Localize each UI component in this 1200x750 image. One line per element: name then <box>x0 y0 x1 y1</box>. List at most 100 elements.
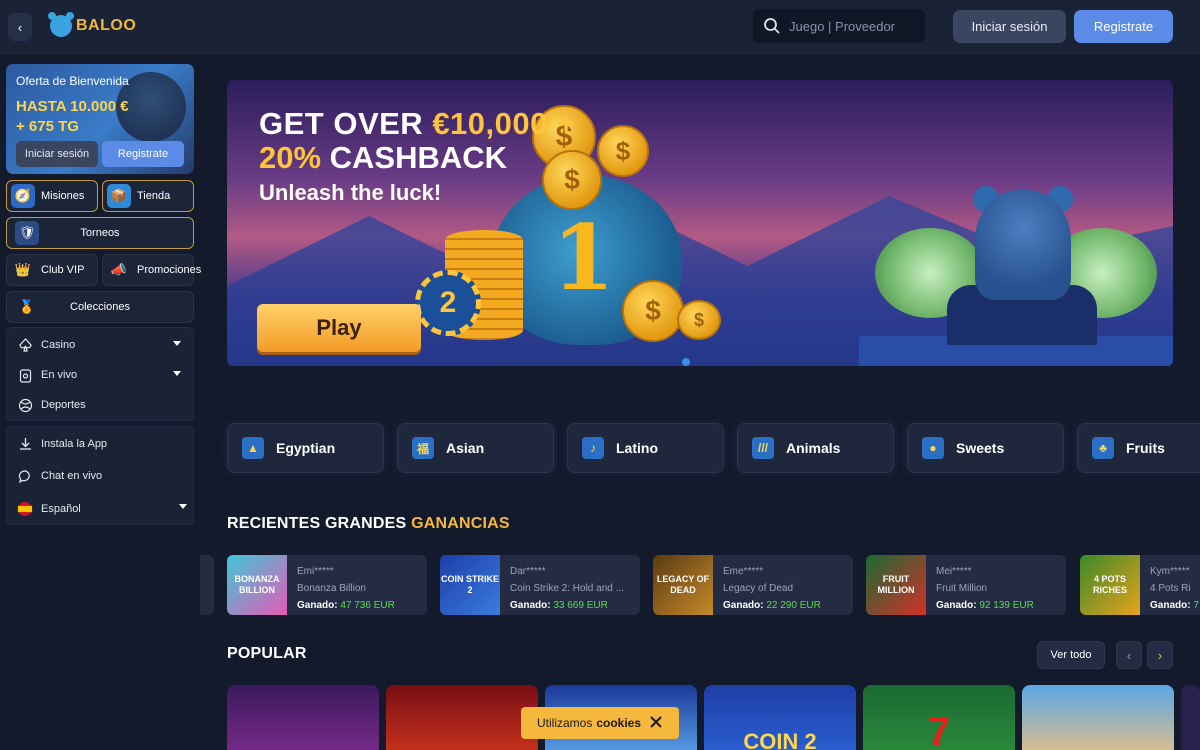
register-button[interactable]: Registrate <box>1074 10 1173 43</box>
game-tile[interactable] <box>386 685 538 750</box>
play-button[interactable]: Play <box>257 304 421 352</box>
see-all-button[interactable]: Ver todo <box>1037 641 1105 669</box>
win-card[interactable]: FRUIT MILLION Mei***** Fruit Million Gan… <box>866 555 1066 615</box>
brand-logo[interactable]: BALOO <box>48 12 136 38</box>
win-card[interactable]: 4 POTS RICHES Kym***** 4 Pots Ri Ganado:… <box>1080 555 1200 615</box>
welcome-offer-amount: HASTA 10.000 € + 675 TG <box>16 97 129 137</box>
welcome-offer-title: Oferta de Bienvenida <box>16 74 129 88</box>
recent-wins-title: RECIENTES GRANDES GANANCIAS <box>227 515 510 533</box>
banner-headline-2: 20% CASHBACK <box>259 140 507 176</box>
top-bar: ‹ BALOO Iniciar sesión Registrate <box>0 0 1200 54</box>
offer-amount-line2: + 675 TG <box>16 118 79 135</box>
game-tile[interactable]: COIN 2 <box>704 685 856 750</box>
headline-cashback: CASHBACK <box>321 140 508 175</box>
back-button[interactable]: ‹ <box>8 13 32 41</box>
win-card[interactable]: COIN STRIKE 2 Dar***** Coin Strike 2: Ho… <box>440 555 640 615</box>
won-label: Ganado: <box>723 600 764 611</box>
chevron-down-icon[interactable] <box>173 371 181 376</box>
win-info: Emi***** Bonanza Billion Ganado: 47 736 … <box>287 555 395 615</box>
win-amount: 7 <box>1193 600 1199 611</box>
search-input[interactable] <box>789 18 909 34</box>
sidebar-tile-torneos[interactable]: 🛡 Torneos <box>6 217 194 249</box>
next-arrow-button[interactable]: › <box>1147 641 1173 669</box>
game-tile[interactable] <box>1181 685 1200 750</box>
win-user: Eme***** <box>723 566 764 577</box>
prev-arrow-button[interactable]: ‹ <box>1116 641 1142 669</box>
search-icon <box>764 18 780 34</box>
category-latino[interactable]: ♪ Latino <box>567 423 724 473</box>
maracas-icon: ♪ <box>582 437 604 459</box>
win-info: Eme***** Legacy of Dead Ganado: 22 290 E… <box>713 555 821 615</box>
category-sweets[interactable]: ● Sweets <box>907 423 1064 473</box>
banner-tagline: Unleash the luck! <box>259 180 442 205</box>
won-label: Ganado: <box>936 600 977 611</box>
category-label: Fruits <box>1126 440 1165 456</box>
win-game: 4 Pots Ri <box>1150 583 1191 594</box>
sidebar-item-casino[interactable]: Casino <box>7 330 193 360</box>
headline-percent: 20% <box>259 140 322 175</box>
category-label: Sweets <box>956 440 1005 456</box>
gold-coin-icon: $ <box>622 280 684 342</box>
search-box[interactable] <box>753 9 925 43</box>
sidebar-item-deportes[interactable]: Deportes <box>7 390 193 420</box>
sidebar-item-install-app[interactable]: Instala la App <box>7 428 193 459</box>
close-icon[interactable] <box>649 715 663 729</box>
win-info: Mei***** Fruit Million Ganado: 92 139 EU… <box>926 555 1034 615</box>
game-thumbnail: BONANZA BILLION <box>227 555 287 615</box>
chevron-left-icon: ‹ <box>17 19 23 35</box>
game-thumbnail: FRUIT MILLION <box>866 555 926 615</box>
carousel-dot-active[interactable] <box>682 358 690 366</box>
game-tile[interactable] <box>1022 685 1174 750</box>
win-game: Fruit Million <box>936 583 988 594</box>
won-label: Ganado: <box>510 600 551 611</box>
login-button[interactable]: Iniciar sesión <box>953 10 1066 43</box>
sidebar-tile-tienda[interactable]: 📦 Tienda <box>102 180 194 212</box>
chevron-right-icon: › <box>1157 647 1163 663</box>
promo-login-button[interactable]: Iniciar sesión <box>16 141 98 167</box>
ball-icon <box>17 397 33 413</box>
chevron-left-icon: ‹ <box>1126 647 1132 663</box>
win-user: Mei***** <box>936 566 972 577</box>
language-label: Español <box>41 503 81 515</box>
win-amount: 22 290 EUR <box>766 600 821 611</box>
nav-label: En vivo <box>41 369 78 381</box>
spade-icon <box>17 337 33 353</box>
casino-chip-icon: 2 <box>415 270 481 336</box>
sidebar-tile-misiones[interactable]: 🧭 Misiones <box>6 180 98 212</box>
game-tile[interactable]: 7 <box>863 685 1015 750</box>
win-amount: 92 139 EUR <box>979 600 1034 611</box>
win-card[interactable]: LEGACY OF DEAD Eme***** Legacy of Dead G… <box>653 555 853 615</box>
win-amount: 33 669 EUR <box>553 600 608 611</box>
sidebar-tile-colecciones[interactable]: 🏅 Colecciones <box>6 291 194 323</box>
win-game: Coin Strike 2: Hold and ... <box>510 583 624 594</box>
headline-amount: €10,000 + <box>432 106 576 141</box>
category-animals[interactable]: /// Animals <box>737 423 894 473</box>
game-tile[interactable] <box>227 685 379 750</box>
game-thumbnail: 4 POTS RICHES <box>1080 555 1140 615</box>
language-selector[interactable]: Español <box>7 493 193 525</box>
category-fruits[interactable]: ♣ Fruits <box>1077 423 1200 473</box>
pyramid-icon: ▲ <box>242 437 264 459</box>
promo-register-button[interactable]: Registrate <box>102 141 184 167</box>
sidebar: Oferta de Bienvenida HASTA 10.000 € + 67… <box>0 54 201 750</box>
win-game: Bonanza Billion <box>297 583 366 594</box>
hero-banner[interactable]: 1 $ $ $ $ $ 2 GET OVER €10,000 + 20% CAS… <box>227 80 1173 366</box>
banner-headline-1: GET OVER €10,000 + <box>259 106 576 142</box>
category-asian[interactable]: 福 Asian <box>397 423 554 473</box>
sidebar-item-en-vivo[interactable]: En vivo <box>7 360 193 390</box>
sidebar-nav-main: Casino En vivo Deportes <box>6 327 194 421</box>
asian-symbol-icon: 福 <box>412 437 434 459</box>
category-label: Animals <box>786 440 841 456</box>
category-egyptian[interactable]: ▲ Egyptian <box>227 423 384 473</box>
chevron-down-icon[interactable] <box>179 504 187 509</box>
chevron-down-icon[interactable] <box>173 341 181 346</box>
win-card[interactable]: BONANZA BILLION Emi***** Bonanza Billion… <box>227 555 427 615</box>
sidebar-tile-club-vip[interactable]: 👑 Club VIP <box>6 254 98 286</box>
welcome-offer-card[interactable]: Oferta de Bienvenida HASTA 10.000 € + 67… <box>6 64 194 174</box>
bear-logo-icon <box>48 12 74 37</box>
sidebar-item-live-chat[interactable]: Chat en vivo <box>7 459 193 493</box>
gold-coin-icon: $ <box>542 150 602 210</box>
sidebar-tile-promociones[interactable]: 📣 Promociones <box>102 254 201 286</box>
download-icon <box>17 436 33 452</box>
tile-label: Promociones <box>137 264 202 276</box>
